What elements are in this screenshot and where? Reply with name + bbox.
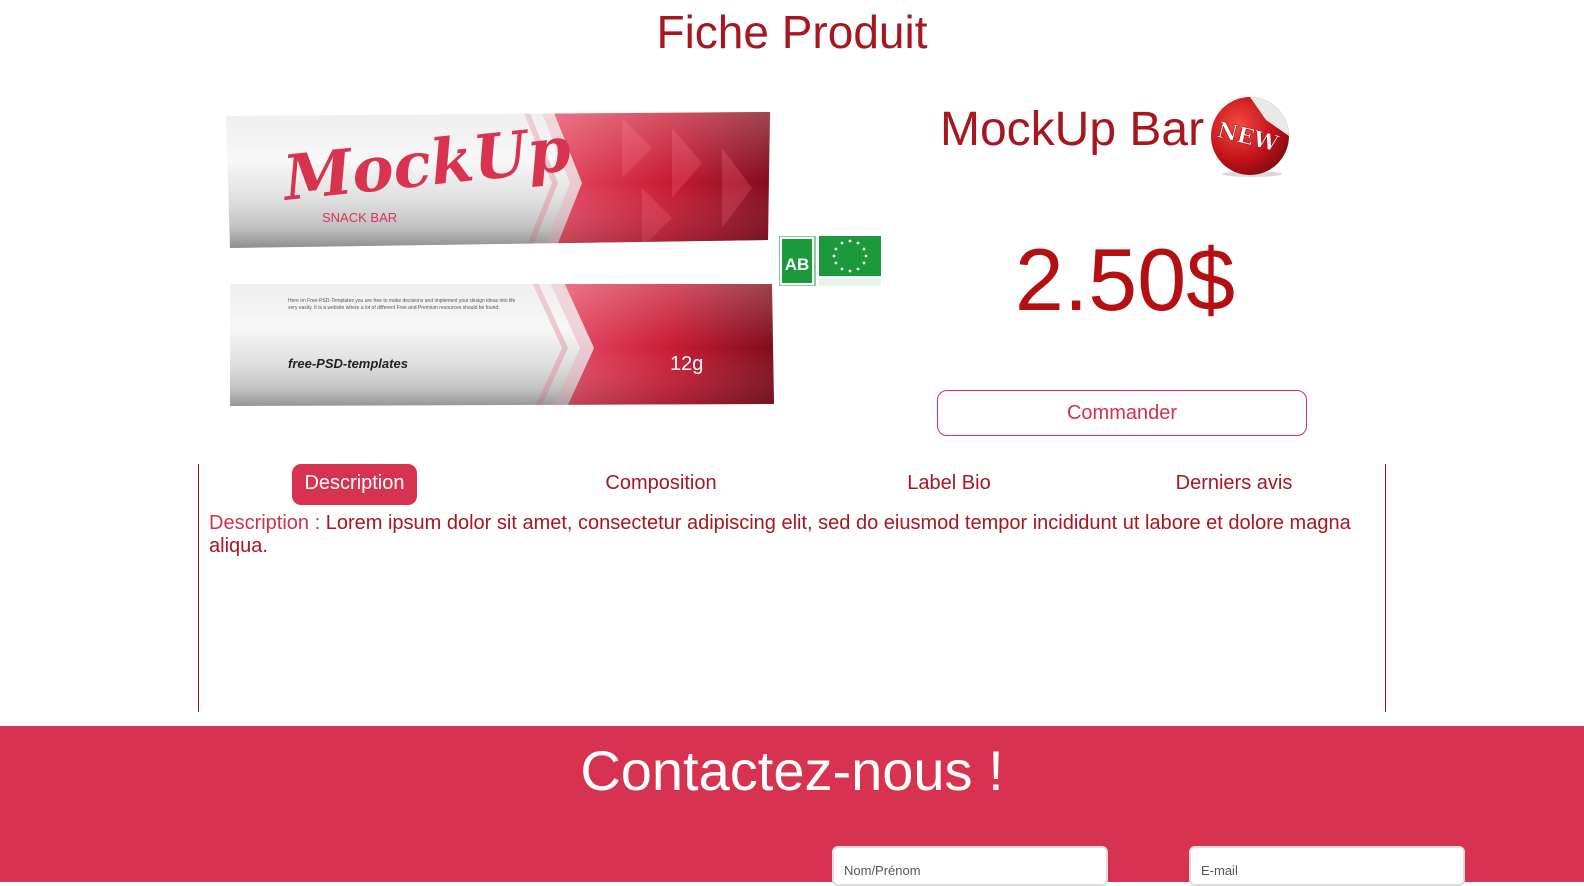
contact-title: Contactez-nous ! bbox=[580, 739, 1004, 802]
bio-labels: AB bbox=[779, 236, 881, 286]
weight-text: 12g bbox=[670, 353, 703, 375]
tab-derniers-avis[interactable]: Derniers avis bbox=[1159, 464, 1309, 505]
name-input[interactable] bbox=[832, 846, 1108, 886]
contact-section: Contactez-nous ! bbox=[0, 726, 1584, 886]
description-label: Description : bbox=[209, 512, 321, 534]
tab-composition[interactable]: Composition bbox=[589, 464, 733, 505]
email-input[interactable] bbox=[1189, 846, 1465, 886]
back-text-line2: very easily. It is a website where a lot… bbox=[288, 305, 500, 311]
tab-label-bio[interactable]: Label Bio bbox=[889, 464, 1009, 505]
product-image: MockUp SNACK BAR Here on Free-PSD-Templa… bbox=[226, 112, 774, 406]
product-name: MockUp Bar bbox=[940, 103, 1205, 156]
description-text: Lorem ipsum dolor sit amet, consectetur … bbox=[209, 512, 1351, 557]
snack-bar-subtitle: SNACK BAR bbox=[322, 210, 397, 225]
page-title: Fiche Produit bbox=[656, 6, 928, 58]
product-price: 2.50$ bbox=[1014, 230, 1236, 329]
tab-content: Description : Lorem ipsum dolor sit amet… bbox=[209, 512, 1375, 558]
back-text-line1: Here on Free-PSD-Templates you are free … bbox=[288, 298, 516, 304]
back-logo: free-PSD-templates bbox=[288, 356, 408, 371]
order-button[interactable]: Commander bbox=[937, 390, 1307, 436]
ab-label: AB bbox=[785, 255, 810, 274]
tabs-panel: Description Composition Label Bio Dernie… bbox=[198, 464, 1386, 712]
tab-description[interactable]: Description bbox=[292, 464, 417, 505]
new-badge: NEW bbox=[1211, 97, 1289, 177]
